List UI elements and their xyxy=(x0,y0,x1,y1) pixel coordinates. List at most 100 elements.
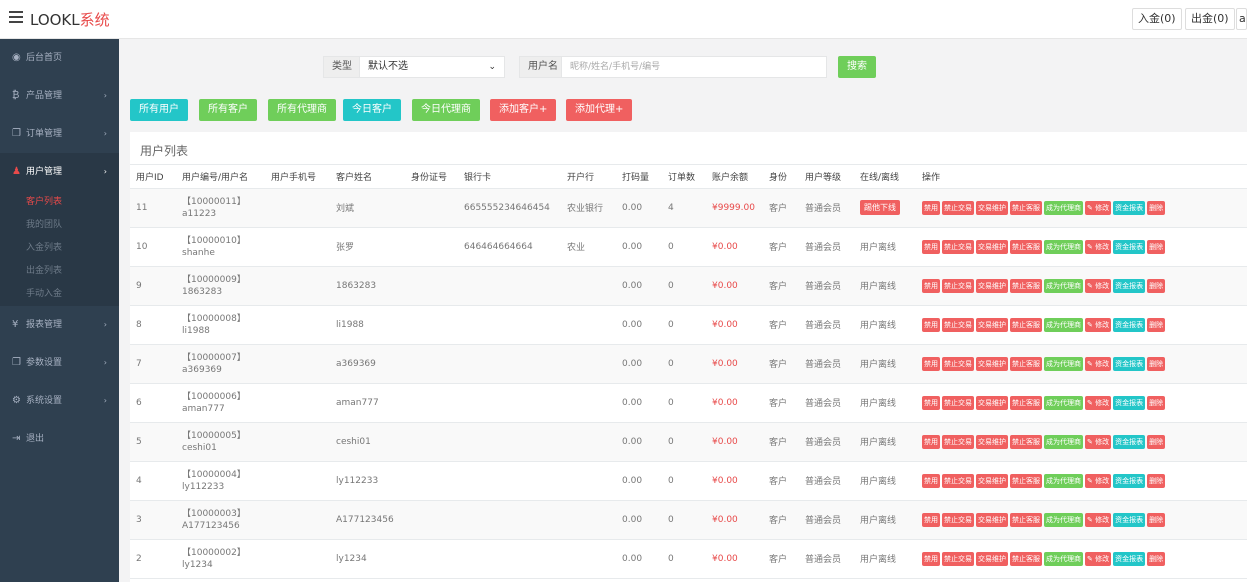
fund-report-button[interactable]: 资金报表 xyxy=(1113,200,1146,215)
sidebar-item-params[interactable]: ❐ 参数设置 › xyxy=(0,344,119,382)
disable-button[interactable]: 禁用 xyxy=(922,395,940,410)
disable-button[interactable]: 禁用 xyxy=(922,512,940,527)
fund-report-button[interactable]: 资金报表 xyxy=(1113,317,1146,332)
fund-report-button[interactable]: 资金报表 xyxy=(1113,473,1146,488)
ban-support-button[interactable]: 禁止客服 xyxy=(1010,317,1042,332)
ban-trade-button[interactable]: 禁止交易 xyxy=(942,317,974,332)
trade-maintenance-button[interactable]: 交易维护 xyxy=(976,551,1008,566)
disable-button[interactable]: 禁用 xyxy=(922,239,940,254)
make-agent-button[interactable]: 成为代理商 xyxy=(1044,239,1083,254)
withdraw-button[interactable]: 出金(0) xyxy=(1185,8,1235,30)
sidebar-subitem-manual-deposit[interactable]: 手动入金 xyxy=(0,283,119,306)
edit-button[interactable]: ✎ 修改 xyxy=(1085,356,1112,371)
delete-button[interactable]: 删除 xyxy=(1147,200,1166,215)
ban-support-button[interactable]: 禁止客服 xyxy=(1010,395,1042,410)
ban-trade-button[interactable]: 禁止交易 xyxy=(942,239,974,254)
ban-support-button[interactable]: 禁止客服 xyxy=(1010,356,1042,371)
sidebar-item-logout[interactable]: ⇥ 退出 xyxy=(0,420,119,458)
today-agents-button[interactable]: 今日代理商 xyxy=(412,99,480,121)
sidebar-item-products[interactable]: ₿ 产品管理 › xyxy=(0,77,119,115)
make-agent-button[interactable]: 成为代理商 xyxy=(1044,512,1083,527)
trade-maintenance-button[interactable]: 交易维护 xyxy=(976,395,1008,410)
fund-report-button[interactable]: 资金报表 xyxy=(1113,434,1146,449)
edit-button[interactable]: ✎ 修改 xyxy=(1085,200,1112,215)
all-users-button[interactable]: 所有用户 xyxy=(130,99,188,121)
account-button[interactable]: a xyxy=(1236,8,1247,30)
make-agent-button[interactable]: 成为代理商 xyxy=(1044,356,1083,371)
make-agent-button[interactable]: 成为代理商 xyxy=(1044,200,1083,215)
fund-report-button[interactable]: 资金报表 xyxy=(1113,395,1146,410)
ban-trade-button[interactable]: 禁止交易 xyxy=(942,395,974,410)
disable-button[interactable]: 禁用 xyxy=(922,551,940,566)
make-agent-button[interactable]: 成为代理商 xyxy=(1044,434,1083,449)
sidebar-item-orders[interactable]: ❐ 订单管理 › xyxy=(0,115,119,153)
edit-button[interactable]: ✎ 修改 xyxy=(1085,395,1112,410)
all-agents-button[interactable]: 所有代理商 xyxy=(268,99,336,121)
disable-button[interactable]: 禁用 xyxy=(922,278,940,293)
disable-button[interactable]: 禁用 xyxy=(922,473,940,488)
edit-button[interactable]: ✎ 修改 xyxy=(1085,434,1112,449)
sidebar-subitem-deposit-list[interactable]: 入金列表 xyxy=(0,237,119,260)
disable-button[interactable]: 禁用 xyxy=(922,434,940,449)
ban-trade-button[interactable]: 禁止交易 xyxy=(942,473,974,488)
make-agent-button[interactable]: 成为代理商 xyxy=(1044,395,1083,410)
today-customers-button[interactable]: 今日客户 xyxy=(343,99,401,121)
make-agent-button[interactable]: 成为代理商 xyxy=(1044,317,1083,332)
trade-maintenance-button[interactable]: 交易维护 xyxy=(976,434,1008,449)
ban-trade-button[interactable]: 禁止交易 xyxy=(942,356,974,371)
kick-offline-button[interactable]: 踢他下线 xyxy=(860,200,900,215)
deposit-button[interactable]: 入金(0) xyxy=(1132,8,1182,30)
ban-trade-button[interactable]: 禁止交易 xyxy=(942,200,974,215)
ban-trade-button[interactable]: 禁止交易 xyxy=(942,434,974,449)
ban-support-button[interactable]: 禁止客服 xyxy=(1010,239,1042,254)
ban-support-button[interactable]: 禁止客服 xyxy=(1010,473,1042,488)
delete-button[interactable]: 删除 xyxy=(1147,551,1166,566)
disable-button[interactable]: 禁用 xyxy=(922,200,940,215)
disable-button[interactable]: 禁用 xyxy=(922,317,940,332)
trade-maintenance-button[interactable]: 交易维护 xyxy=(976,512,1008,527)
delete-button[interactable]: 删除 xyxy=(1147,395,1166,410)
delete-button[interactable]: 删除 xyxy=(1147,473,1166,488)
edit-button[interactable]: ✎ 修改 xyxy=(1085,278,1112,293)
trade-maintenance-button[interactable]: 交易维护 xyxy=(976,473,1008,488)
ban-trade-button[interactable]: 禁止交易 xyxy=(942,551,974,566)
disable-button[interactable]: 禁用 xyxy=(922,356,940,371)
username-search-input[interactable]: 昵称/姓名/手机号/编号 xyxy=(561,56,827,78)
fund-report-button[interactable]: 资金报表 xyxy=(1113,278,1146,293)
trade-maintenance-button[interactable]: 交易维护 xyxy=(976,317,1008,332)
ban-support-button[interactable]: 禁止客服 xyxy=(1010,278,1042,293)
edit-button[interactable]: ✎ 修改 xyxy=(1085,551,1112,566)
edit-button[interactable]: ✎ 修改 xyxy=(1085,473,1112,488)
edit-button[interactable]: ✎ 修改 xyxy=(1085,317,1112,332)
sidebar-subitem-customer-list[interactable]: 客户列表 xyxy=(0,191,119,214)
make-agent-button[interactable]: 成为代理商 xyxy=(1044,551,1083,566)
add-agent-button[interactable]: 添加代理+ xyxy=(566,99,633,121)
delete-button[interactable]: 删除 xyxy=(1147,512,1166,527)
fund-report-button[interactable]: 资金报表 xyxy=(1113,239,1146,254)
hamburger-menu-icon[interactable] xyxy=(9,11,23,23)
delete-button[interactable]: 删除 xyxy=(1147,434,1166,449)
sidebar-item-system[interactable]: ⚙ 系统设置 › xyxy=(0,382,119,420)
trade-maintenance-button[interactable]: 交易维护 xyxy=(976,278,1008,293)
ban-trade-button[interactable]: 禁止交易 xyxy=(942,278,974,293)
fund-report-button[interactable]: 资金报表 xyxy=(1113,356,1146,371)
trade-maintenance-button[interactable]: 交易维护 xyxy=(976,239,1008,254)
delete-button[interactable]: 删除 xyxy=(1147,239,1166,254)
delete-button[interactable]: 删除 xyxy=(1147,356,1166,371)
type-select[interactable]: 默认不选 ⌄ xyxy=(359,56,505,78)
sidebar-subitem-withdraw-list[interactable]: 出金列表 xyxy=(0,260,119,283)
trade-maintenance-button[interactable]: 交易维护 xyxy=(976,356,1008,371)
sidebar-item-users[interactable]: ♟ 用户管理 › xyxy=(0,153,119,191)
edit-button[interactable]: ✎ 修改 xyxy=(1085,512,1112,527)
ban-trade-button[interactable]: 禁止交易 xyxy=(942,512,974,527)
all-customers-button[interactable]: 所有客户 xyxy=(199,99,257,121)
add-customer-button[interactable]: 添加客户+ xyxy=(490,99,557,121)
fund-report-button[interactable]: 资金报表 xyxy=(1113,551,1146,566)
delete-button[interactable]: 删除 xyxy=(1147,278,1166,293)
sidebar-subitem-my-team[interactable]: 我的团队 xyxy=(0,214,119,237)
trade-maintenance-button[interactable]: 交易维护 xyxy=(976,200,1008,215)
ban-support-button[interactable]: 禁止客服 xyxy=(1010,551,1042,566)
delete-button[interactable]: 删除 xyxy=(1147,317,1166,332)
ban-support-button[interactable]: 禁止客服 xyxy=(1010,200,1042,215)
make-agent-button[interactable]: 成为代理商 xyxy=(1044,473,1083,488)
